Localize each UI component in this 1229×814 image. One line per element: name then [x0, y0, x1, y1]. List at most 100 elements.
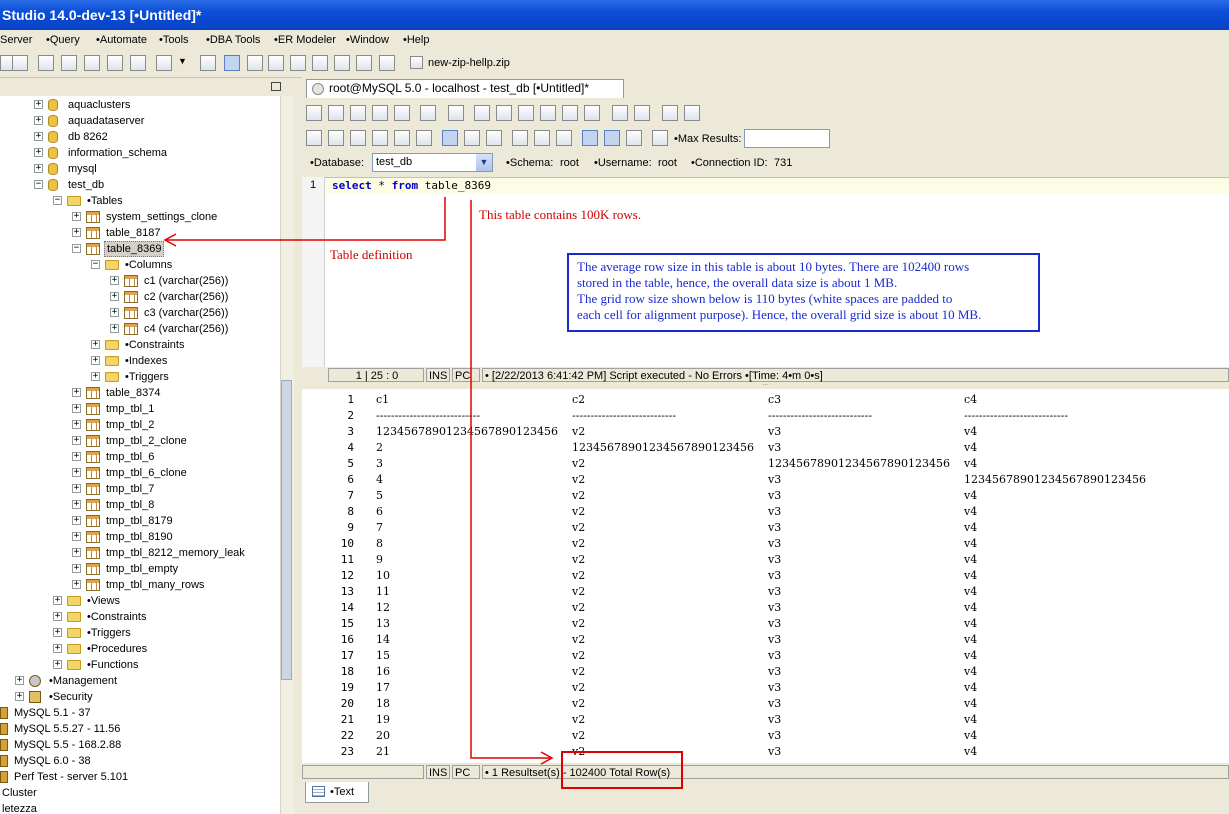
tree-item[interactable]: + •Triggers: [0, 369, 280, 385]
result-row[interactable]: 17 15 v2 v3 v4: [302, 649, 1229, 665]
tree-item-label[interactable]: tmp_tbl_7: [104, 481, 156, 497]
tree-item-label[interactable]: c1 (varchar(256)): [142, 273, 230, 289]
tree-item-label[interactable]: MySQL 6.0 - 38: [12, 753, 93, 769]
result-row[interactable]: 20 18 v2 v3 v4: [302, 697, 1229, 713]
tree-item-label[interactable]: system_settings_clone: [104, 209, 219, 225]
tree-item-label[interactable]: table_8369: [104, 241, 165, 257]
tree-item-label[interactable]: •Columns: [123, 257, 174, 273]
result-row[interactable]: 15 13 v2 v3 v4: [302, 617, 1229, 633]
bookmark-icon[interactable]: [512, 130, 528, 146]
tree-item[interactable]: MySQL 6.0 - 38: [0, 753, 280, 769]
expand-icon[interactable]: +: [34, 116, 43, 125]
text-results-icon[interactable]: [604, 130, 620, 146]
tree-item-label[interactable]: •Constraints: [123, 337, 187, 353]
restore-window-icon[interactable]: [271, 82, 281, 91]
result-row[interactable]: 7 5 v2 v3 v4: [302, 489, 1229, 505]
tree-item[interactable]: + •Constraints: [0, 609, 280, 625]
tree-item-label[interactable]: tmp_tbl_8212_memory_leak: [104, 545, 247, 561]
toolbar-query-window-icon[interactable]: [38, 55, 54, 71]
zip-file-link[interactable]: new-zip-hellp.zip: [428, 57, 510, 69]
expand-icon[interactable]: +: [72, 580, 81, 589]
toolbar-layout-form-icon[interactable]: [356, 55, 372, 71]
result-row[interactable]: 16 14 v2 v3 v4: [302, 633, 1229, 649]
save-icon[interactable]: [350, 105, 366, 121]
tree-item-label[interactable]: information_schema: [66, 145, 169, 161]
menu-window[interactable]: •Window: [346, 34, 389, 46]
result-row[interactable]: 21 19 v2 v3 v4: [302, 713, 1229, 729]
expand-icon[interactable]: +: [53, 612, 62, 621]
toolbar-layout-list-icon[interactable]: [334, 55, 350, 71]
results-text-grid[interactable]: 1 c1 c2 c3 c4 2 ---------------------------- --…: [302, 389, 1229, 763]
tree-item[interactable]: + tmp_tbl_2: [0, 417, 280, 433]
new-icon[interactable]: [306, 105, 322, 121]
tree-item-label[interactable]: c3 (varchar(256)): [142, 305, 230, 321]
save-as-icon[interactable]: [372, 105, 388, 121]
toolbar-layout-split-icon[interactable]: [247, 55, 263, 71]
auto-commit-icon[interactable]: [442, 130, 458, 146]
expand-icon[interactable]: +: [72, 388, 81, 397]
expand-icon[interactable]: +: [72, 532, 81, 541]
file-results-icon[interactable]: [626, 130, 642, 146]
redo-icon[interactable]: [584, 105, 600, 121]
toolbar-printer-icon[interactable]: [200, 55, 216, 71]
tree-item-label[interactable]: db 8262: [66, 129, 110, 145]
tree-item[interactable]: + •Procedures: [0, 641, 280, 657]
tree-item-label[interactable]: •Tables: [85, 193, 125, 209]
expand-icon[interactable]: +: [72, 228, 81, 237]
result-row[interactable]: 11 9 v2 v3 v4: [302, 553, 1229, 569]
history-icon[interactable]: [652, 130, 668, 146]
tree-item[interactable]: + tmp_tbl_empty: [0, 561, 280, 577]
tree-item-label[interactable]: •Security: [47, 689, 95, 705]
tree-item-label[interactable]: MySQL 5.5.27 - 11.56: [12, 721, 122, 737]
result-row[interactable]: 13 11 v2 v3 v4: [302, 585, 1229, 601]
expand-icon[interactable]: +: [72, 548, 81, 557]
execute-all-icon[interactable]: [306, 130, 322, 146]
tree-item[interactable]: + tmp_tbl_8179: [0, 513, 280, 529]
tree-item-label[interactable]: tmp_tbl_8190: [104, 529, 175, 545]
format-all-icon[interactable]: [634, 105, 650, 121]
menu-help[interactable]: •Help: [403, 34, 429, 46]
tree-item[interactable]: + •Functions: [0, 657, 280, 673]
grid-results-icon[interactable]: [582, 130, 598, 146]
tree-item[interactable]: letezza: [0, 801, 280, 814]
tree-item-label[interactable]: table_8187: [104, 225, 162, 241]
tree-item[interactable]: + db 8262: [0, 129, 280, 145]
tree-item[interactable]: + tmp_tbl_8: [0, 497, 280, 513]
tree-item[interactable]: + tmp_tbl_2_clone: [0, 433, 280, 449]
expand-icon[interactable]: +: [110, 292, 119, 301]
expand-icon[interactable]: +: [110, 276, 119, 285]
print-icon[interactable]: [420, 105, 436, 121]
result-row[interactable]: 2 ---------------------------- -----------…: [302, 409, 1229, 425]
toolbar-scripts-icon[interactable]: [156, 55, 172, 71]
expand-icon[interactable]: +: [72, 468, 81, 477]
menu-dba-tools[interactable]: •DBA Tools: [206, 34, 260, 46]
tree-item[interactable]: − table_8369: [0, 241, 280, 257]
tree-item[interactable]: + •Management: [0, 673, 280, 689]
tree-item[interactable]: + tmp_tbl_many_rows: [0, 577, 280, 593]
expand-icon[interactable]: +: [53, 596, 62, 605]
toolbar-table-data-icon[interactable]: [84, 55, 100, 71]
paste-icon[interactable]: [540, 105, 556, 121]
expand-icon[interactable]: +: [72, 484, 81, 493]
chevron-down-icon[interactable]: ▼: [178, 56, 187, 66]
zip-file-icon[interactable]: [410, 56, 423, 69]
tree-item-label[interactable]: •Triggers: [123, 369, 171, 385]
undo-icon[interactable]: [562, 105, 578, 121]
bookmark-clear-icon[interactable]: [556, 130, 572, 146]
commit-icon[interactable]: [464, 130, 480, 146]
tree-item-label[interactable]: tmp_tbl_2: [104, 417, 156, 433]
explain-icon[interactable]: [372, 130, 388, 146]
rollback-icon[interactable]: [486, 130, 502, 146]
tree-item[interactable]: + c4 (varchar(256)): [0, 321, 280, 337]
tree-item-label[interactable]: tmp_tbl_many_rows: [104, 577, 206, 593]
replace-icon[interactable]: [684, 105, 700, 121]
execute-icon[interactable]: [328, 130, 344, 146]
expand-icon[interactable]: +: [72, 500, 81, 509]
tree-item-label[interactable]: tmp_tbl_8179: [104, 513, 175, 529]
tree-item-label[interactable]: Perf Test - server 5.101: [12, 769, 130, 785]
toolbar-disconnect-icon[interactable]: [12, 55, 28, 71]
expand-icon[interactable]: +: [72, 420, 81, 429]
execute-step-icon[interactable]: [350, 130, 366, 146]
tree-item[interactable]: MySQL 5.5 - 168.2.88: [0, 737, 280, 753]
tree-item[interactable]: − •Tables: [0, 193, 280, 209]
